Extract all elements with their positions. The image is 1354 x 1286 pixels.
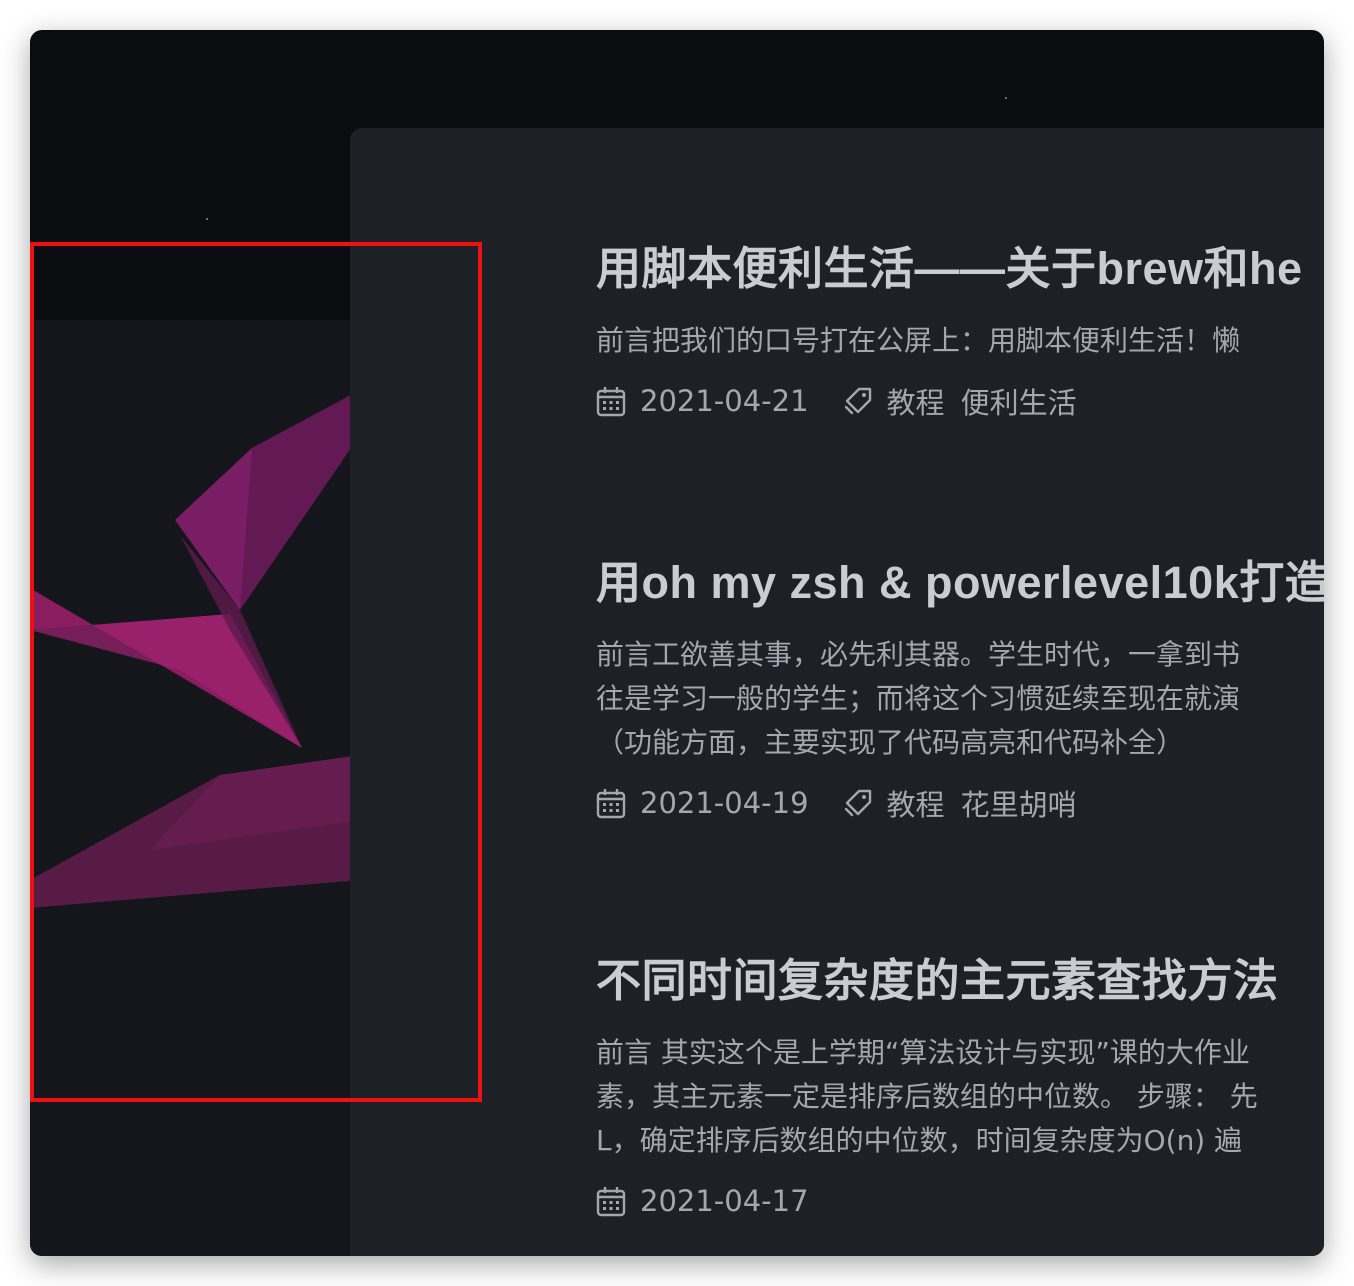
post-meta: 2021-04-19 教程 花里胡哨	[596, 781, 1324, 825]
post-meta: 2021-04-21 教程 便利生活	[596, 379, 1324, 423]
excerpt-line: L，确定排序后数组的中位数，时间复杂度为O(n) 遍	[596, 1124, 1243, 1157]
star-decoration	[1005, 97, 1007, 99]
ribbon-background-art	[30, 390, 360, 908]
post-date: 2021-04-19	[640, 786, 809, 820]
post-tag[interactable]: 便利生活	[961, 380, 1077, 422]
excerpt-line: （功能方面，主要实现了代码高亮和代码补全）	[596, 726, 1185, 759]
calendar-icon	[596, 789, 626, 819]
excerpt-line: 前言 其实这个是上学期“算法设计与实现”课的大作业	[596, 1036, 1250, 1069]
excerpt-line: 前言工欲善其事，必先利其器。学生时代，一拿到书	[596, 638, 1241, 671]
browser-viewport: 用脚本便利生活——关于brew和he 前言把我们的口号打在公屏上：用脚本便利生活…	[30, 30, 1324, 1256]
post-title[interactable]: 不同时间复杂度的主元素查找方法	[596, 953, 1324, 1009]
post-list-card: 用脚本便利生活——关于brew和he 前言把我们的口号打在公屏上：用脚本便利生活…	[350, 128, 1324, 1256]
excerpt-line: 前言把我们的口号打在公屏上：用脚本便利生活！懒	[596, 324, 1241, 357]
post-meta: 2021-04-17	[596, 1179, 1324, 1223]
tag-icon	[844, 789, 871, 817]
post-tag[interactable]: 花里胡哨	[961, 782, 1077, 824]
post-item: 用脚本便利生活——关于brew和he 前言把我们的口号打在公屏上：用脚本便利生活…	[596, 241, 1324, 423]
post-excerpt: 前言 其实这个是上学期“算法设计与实现”课的大作业 素，其主元素一定是排序后数组…	[596, 1031, 1324, 1163]
post-excerpt: 前言把我们的口号打在公屏上：用脚本便利生活！懒	[596, 319, 1324, 363]
post-date: 2021-04-21	[640, 384, 809, 418]
post-tag[interactable]: 教程	[887, 782, 945, 824]
post-item: 用oh my zsh & powerlevel10k打造 前言工欲善其事，必先利…	[596, 555, 1324, 825]
post-excerpt: 前言工欲善其事，必先利其器。学生时代，一拿到书 往是学习一般的学生；而将这个习惯…	[596, 633, 1324, 765]
post-title[interactable]: 用oh my zsh & powerlevel10k打造	[596, 555, 1324, 611]
post-date: 2021-04-17	[640, 1184, 809, 1218]
tag-icon	[844, 387, 871, 415]
post-item: 不同时间复杂度的主元素查找方法 前言 其实这个是上学期“算法设计与实现”课的大作…	[596, 953, 1324, 1223]
calendar-icon	[596, 1187, 626, 1217]
excerpt-line: 往是学习一般的学生；而将这个习惯延续至现在就演	[596, 682, 1241, 715]
post-tag[interactable]: 教程	[887, 380, 945, 422]
calendar-icon	[596, 387, 626, 417]
excerpt-line: 素，其主元素一定是排序后数组的中位数。 步骤： 先	[596, 1080, 1258, 1113]
post-title[interactable]: 用脚本便利生活——关于brew和he	[596, 241, 1324, 297]
